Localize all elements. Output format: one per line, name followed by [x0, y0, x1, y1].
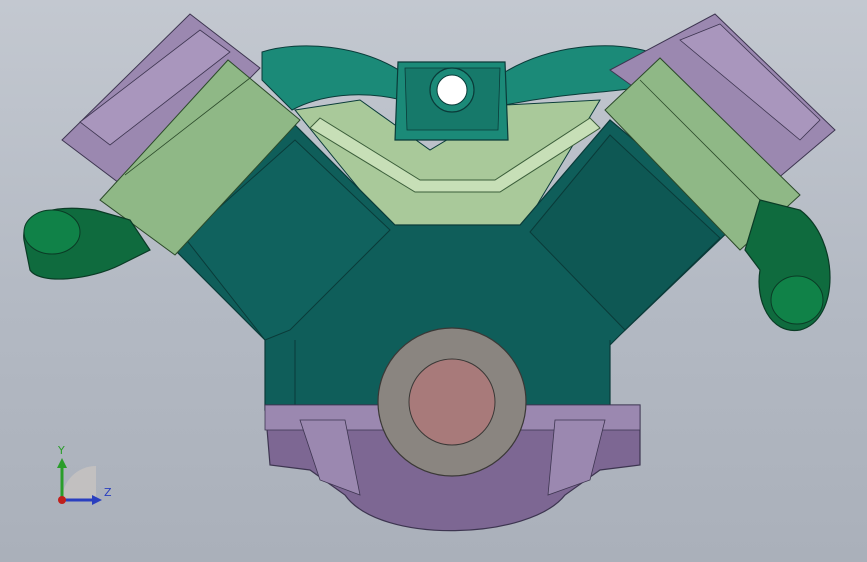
triad-plane — [62, 466, 96, 500]
z-axis-label: Z — [104, 486, 112, 499]
y-axis-label: Y — [57, 444, 65, 457]
cad-viewport[interactable]: Y Z — [0, 0, 867, 562]
z-axis-arrow-icon — [92, 495, 102, 505]
y-axis-arrow-icon — [57, 458, 67, 468]
orientation-triad[interactable]: Y Z — [0, 0, 867, 562]
x-axis-origin — [58, 496, 66, 504]
